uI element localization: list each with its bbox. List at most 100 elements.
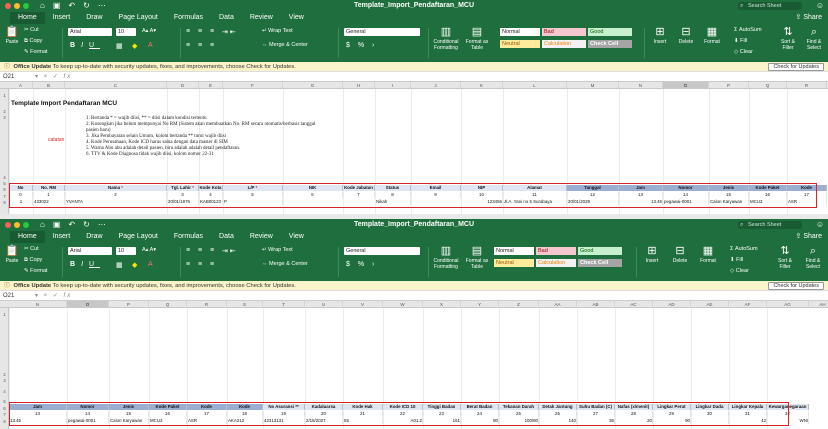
indent-icon[interactable]: ⇥ ⇤ bbox=[222, 28, 236, 36]
format-painter-button[interactable]: ✎ Format bbox=[24, 49, 48, 55]
column-header-n[interactable]: N bbox=[619, 82, 663, 89]
style-bad[interactable]: Bad bbox=[536, 247, 576, 255]
wrap-text-button[interactable]: ↵ Wrap Text bbox=[262, 28, 293, 34]
search-sheet-input[interactable]: ⌕ Search Sheet bbox=[738, 2, 802, 10]
borders-icon[interactable]: ▦ bbox=[116, 261, 123, 269]
style-good[interactable]: Good bbox=[588, 28, 632, 36]
find-select-button[interactable]: ⌕ Find & Select bbox=[802, 26, 826, 51]
merge-center-button[interactable]: ⇔ Merge & Center bbox=[262, 42, 308, 48]
fill-button[interactable]: ⬇ Fill bbox=[734, 38, 747, 44]
copy-button[interactable]: ⧉ Copy bbox=[24, 257, 42, 264]
column-header-q[interactable]: Q bbox=[749, 82, 787, 89]
row-header-4[interactable]: 4 bbox=[0, 175, 9, 180]
column-header-a[interactable]: A bbox=[9, 82, 33, 89]
font-color-icon[interactable]: A bbox=[148, 261, 153, 268]
column-header-ad[interactable]: AD bbox=[653, 301, 691, 308]
column-header-o[interactable]: O bbox=[663, 82, 709, 89]
tab-home[interactable]: Home bbox=[10, 231, 45, 243]
row-header-5[interactable]: 5 bbox=[0, 399, 9, 404]
clear-button[interactable]: ◇ Clear bbox=[730, 268, 749, 274]
column-header-d[interactable]: D bbox=[167, 82, 199, 89]
row-header-2[interactable]: 2 bbox=[0, 109, 9, 114]
column-header-b[interactable]: B bbox=[33, 82, 65, 89]
tab-data[interactable]: Data bbox=[211, 231, 242, 243]
copy-button[interactable]: ⧉ Copy bbox=[24, 38, 42, 45]
conditional-formatting-button[interactable]: ▥ Conditional Formatting bbox=[430, 245, 462, 270]
notes-block[interactable]: 1. Bertanda * = wajib diisi, ** = diisi … bbox=[86, 116, 315, 158]
fill-color-icon[interactable]: ◆ bbox=[132, 261, 137, 269]
clear-button[interactable]: ◇ Clear bbox=[734, 49, 753, 55]
tab-draw[interactable]: Draw bbox=[78, 231, 110, 243]
autosum-button[interactable]: Σ AutoSum bbox=[734, 27, 762, 33]
style-neutral[interactable]: Neutral bbox=[500, 40, 540, 48]
percent-icon[interactable]: $ % › bbox=[346, 261, 377, 268]
align-icon[interactable]: ≡ ≡ ≡ bbox=[186, 247, 217, 254]
sort-filter-button[interactable]: ⇅ Sort & Filter bbox=[772, 245, 798, 270]
share-button[interactable]: ⇪ Share bbox=[795, 13, 822, 21]
row-header-4[interactable]: 4 bbox=[0, 389, 9, 394]
column-header-e[interactable]: E bbox=[199, 82, 223, 89]
column-header-r[interactable]: R bbox=[187, 301, 227, 308]
wrap-text-button[interactable]: ↵ Wrap Text bbox=[262, 247, 293, 253]
style-bad[interactable]: Bad bbox=[542, 28, 586, 36]
tab-data[interactable]: Data bbox=[211, 12, 242, 24]
column-header-ae[interactable]: AE bbox=[691, 301, 729, 308]
row-header-6[interactable]: 6 bbox=[0, 406, 9, 411]
search-sheet-input[interactable]: ⌕ Search Sheet bbox=[738, 221, 802, 229]
column-header-l[interactable]: L bbox=[503, 82, 567, 89]
column-header-u[interactable]: U bbox=[305, 301, 343, 308]
style-good[interactable]: Good bbox=[578, 247, 622, 255]
column-header-j[interactable]: J bbox=[411, 82, 461, 89]
insert-cells-button[interactable]: ⊞ Insert bbox=[640, 245, 664, 264]
row-header-1[interactable]: 1 bbox=[0, 93, 9, 98]
font-size-select[interactable]: 10 bbox=[116, 28, 136, 36]
bold-icon[interactable]: B bbox=[70, 261, 81, 268]
row-header-8[interactable]: 8 bbox=[0, 200, 9, 205]
delete-cells-button[interactable]: ⊟ Delete bbox=[668, 245, 692, 264]
number-format-select[interactable]: General bbox=[344, 247, 420, 255]
column-header-h[interactable]: H bbox=[343, 82, 375, 89]
italic-icon[interactable]: I bbox=[81, 261, 89, 268]
row-header-7[interactable]: 7 bbox=[0, 412, 9, 417]
underline-icon[interactable]: U bbox=[89, 42, 100, 49]
sort-filter-button[interactable]: ⇅ Sort & Filter bbox=[776, 26, 800, 51]
number-format-select[interactable]: General bbox=[344, 28, 420, 36]
format-as-table-button[interactable]: ▤ Format as Table bbox=[464, 26, 490, 51]
column-header-w[interactable]: W bbox=[383, 301, 423, 308]
font-color-icon[interactable]: A bbox=[148, 42, 153, 49]
name-box[interactable]: O21 bbox=[3, 72, 31, 82]
share-button[interactable]: ⇪ Share bbox=[795, 232, 822, 240]
font-grow-icon[interactable]: A▴ A▾ bbox=[142, 28, 156, 34]
column-header-ab[interactable]: AB bbox=[577, 301, 615, 308]
user-icon[interactable]: ☺ bbox=[816, 1, 824, 10]
column-header-g[interactable]: G bbox=[283, 82, 343, 89]
delete-cells-button[interactable]: ⊟ Delete bbox=[674, 26, 698, 45]
worksheet-grid-1[interactable]: ABCDEFGHIJKLMNOPQR 1 23 456 78 Template Imp… bbox=[0, 82, 828, 214]
column-header-p[interactable]: P bbox=[709, 82, 749, 89]
style-check-cell[interactable]: Check Cell bbox=[588, 40, 632, 48]
tab-review[interactable]: Review bbox=[242, 231, 281, 243]
check-for-updates-button[interactable]: Check for Updates bbox=[768, 282, 824, 290]
catatan-label[interactable]: catatan bbox=[48, 137, 64, 143]
autosum-button[interactable]: Σ AutoSum bbox=[730, 246, 758, 252]
row-header-2[interactable]: 2 bbox=[0, 372, 9, 377]
style-check-cell[interactable]: Check Cell bbox=[578, 259, 622, 267]
tab-formulas[interactable]: Formulas bbox=[166, 231, 211, 243]
tab-draw[interactable]: Draw bbox=[78, 12, 110, 24]
tab-review[interactable]: Review bbox=[242, 12, 281, 24]
column-header-c[interactable]: C bbox=[65, 82, 167, 89]
paste-button[interactable]: 📋 Paste bbox=[4, 245, 20, 264]
find-select-button[interactable]: ⌕ Find & Select bbox=[800, 245, 826, 270]
tab-page-layout[interactable]: Page Layout bbox=[111, 12, 166, 24]
column-header-ah[interactable]: AH bbox=[809, 301, 828, 308]
column-header-ag[interactable]: AG bbox=[767, 301, 809, 308]
tab-formulas[interactable]: Formulas bbox=[166, 12, 211, 24]
format-cells-button[interactable]: ▦ Format bbox=[700, 26, 724, 45]
percent-icon[interactable]: $ % › bbox=[346, 42, 377, 49]
font-name-select[interactable]: Arial bbox=[68, 28, 112, 36]
cut-button[interactable]: ✂ Cut bbox=[24, 27, 39, 33]
format-cells-button[interactable]: ▦ Format bbox=[696, 245, 720, 264]
underline-icon[interactable]: U bbox=[89, 261, 100, 268]
style-calculation[interactable]: Calculation bbox=[536, 259, 576, 267]
column-header-n[interactable]: N bbox=[9, 301, 67, 308]
